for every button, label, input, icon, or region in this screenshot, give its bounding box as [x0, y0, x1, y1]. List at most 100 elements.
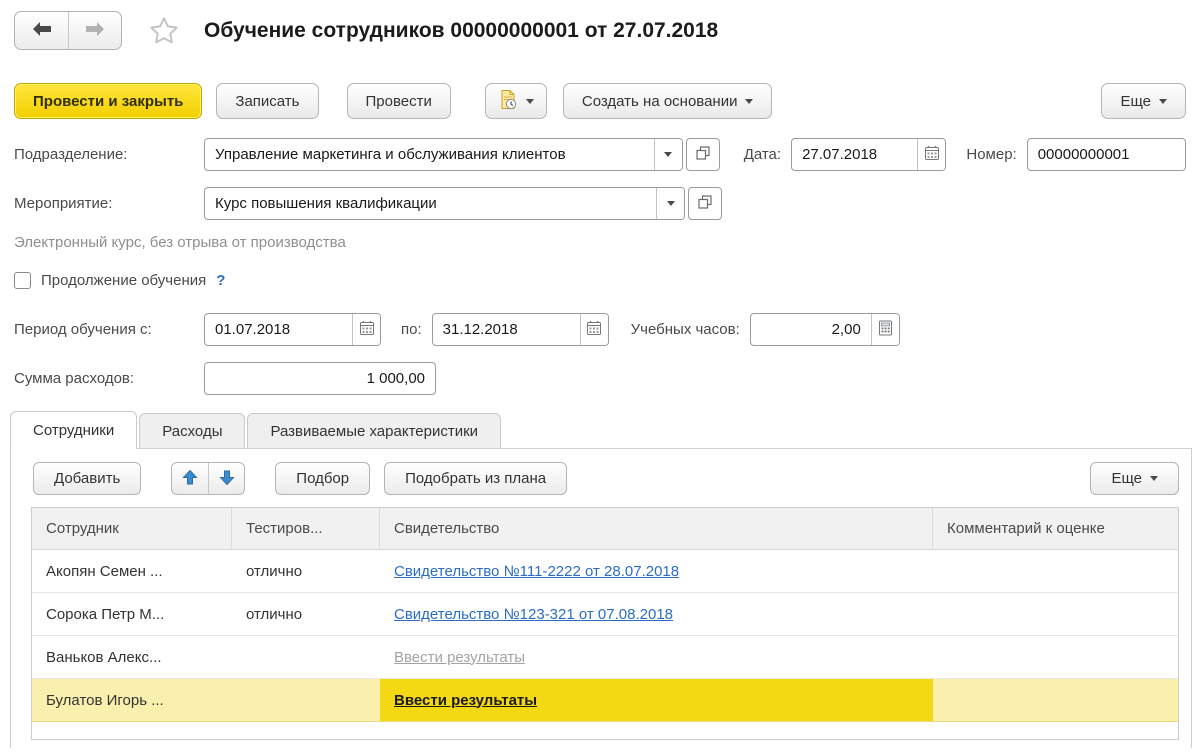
certificate-link[interactable]: Свидетельство №123-321 от 07.08.2018 [394, 606, 673, 623]
tab-expenses-label: Расходы [162, 422, 223, 440]
hours-value: 2,00 [831, 321, 861, 338]
nav-history-group [14, 11, 122, 50]
event-label: Мероприятие: [14, 195, 113, 212]
grid-more-button[interactable]: Еще [1090, 462, 1179, 495]
department-dropdown-button[interactable] [653, 139, 682, 170]
amount-label: Сумма расходов: [14, 370, 135, 387]
period-from-input[interactable]: 01.07.2018 [204, 313, 381, 346]
date-value: 27.07.2018 [802, 146, 878, 163]
table-row[interactable]: Акопян Семен ... отлично Свидетельство №… [32, 550, 1178, 593]
hours-input[interactable]: 2,00 [749, 313, 900, 346]
tab-characteristics[interactable]: Развиваемые характеристики [247, 413, 502, 448]
continuation-row: Продолжение обучения ? [14, 269, 1186, 291]
comment-cell[interactable] [933, 593, 1178, 635]
period-to-value: 31.12.2018 [442, 321, 518, 338]
tab-strip: Сотрудники Расходы Развиваемые характери… [0, 411, 1200, 449]
tab-characteristics-label: Развиваемые характеристики [270, 422, 479, 440]
post-button[interactable]: Провести [346, 83, 451, 119]
event-open-button[interactable] [688, 187, 722, 220]
table-row[interactable]: Ваньков Алекс... Ввести результаты [32, 636, 1178, 679]
testing-cell[interactable]: отлично [232, 550, 380, 592]
date-calendar-button[interactable] [917, 139, 946, 170]
enter-results-link[interactable]: Ввести результаты [394, 649, 525, 666]
department-label: Подразделение: [14, 146, 128, 163]
create-based-on-button[interactable]: Создать на основании [562, 83, 773, 119]
amount-input[interactable]: 1 000,00 [204, 362, 436, 395]
add-row-label: Добавить [54, 470, 121, 487]
arrow-right-icon [84, 21, 106, 40]
testing-cell[interactable] [232, 636, 380, 678]
post-label: Провести [365, 92, 432, 110]
employee-cell[interactable]: Акопян Семен ... [32, 550, 232, 592]
more-label: Еще [1120, 92, 1151, 110]
event-input[interactable]: Курс повышения квалификации [204, 187, 685, 220]
employee-cell[interactable]: Сорока Петр М... [32, 593, 232, 635]
department-row: Подразделение: Управление маркетинга и о… [14, 138, 1186, 171]
page-title: Обучение сотрудников 00000000001 от 27.0… [204, 18, 719, 42]
column-header-comment[interactable]: Комментарий к оценке [933, 508, 1178, 549]
department-open-button[interactable] [685, 138, 720, 171]
event-row: Мероприятие: Курс повышения квалификации [14, 187, 1186, 220]
document-clock-icon [498, 89, 518, 114]
hours-label: Учебных часов: [630, 321, 740, 338]
continuation-checkbox[interactable] [14, 271, 31, 289]
table-row-selected[interactable]: Булатов Игорь ... Ввести результаты [32, 679, 1178, 722]
pick-from-plan-label: Подобрать из плана [405, 470, 547, 487]
document-form: Подразделение: Управление маркетинга и о… [0, 119, 1200, 395]
hours-calculator-button[interactable] [870, 314, 899, 345]
comment-cell[interactable] [933, 679, 1178, 721]
certificate-link[interactable]: Свидетельство №111-2222 от 28.07.2018 [394, 563, 679, 580]
move-up-button[interactable] [172, 463, 208, 494]
comment-cell[interactable] [933, 636, 1178, 678]
certificate-cell: Свидетельство №111-2222 от 28.07.2018 [380, 550, 933, 592]
post-document-menu-button[interactable] [484, 83, 547, 119]
caret-down-icon [1150, 476, 1158, 481]
testing-cell[interactable] [232, 679, 380, 721]
certificate-cell: Ввести результаты [380, 636, 933, 678]
back-button[interactable] [15, 12, 68, 49]
command-bar: Провести и закрыть Записать Провести Соз… [0, 53, 1200, 119]
table-empty-area [32, 722, 1178, 739]
period-row: Период обучения с: 01.07.2018 по: 31.12.… [14, 313, 1186, 346]
column-header-certificate[interactable]: Свидетельство [380, 508, 933, 549]
pick-button[interactable]: Подбор [275, 462, 371, 495]
employees-table: Сотрудник Тестиров... Свидетельство Комм… [31, 507, 1179, 740]
period-to-input[interactable]: 31.12.2018 [431, 313, 609, 346]
caret-down-icon [1159, 98, 1167, 104]
post-and-close-button[interactable]: Провести и закрыть [14, 83, 203, 119]
caret-down-icon [745, 98, 754, 104]
table-row[interactable]: Сорока Петр М... отлично Свидетельство №… [32, 593, 1178, 636]
move-buttons-group [171, 462, 246, 495]
title-bar: Обучение сотрудников 00000000001 от 27.0… [0, 0, 1200, 53]
save-button[interactable]: Записать [216, 83, 319, 119]
continuation-help-link[interactable]: ? [216, 272, 225, 289]
continuation-label: Продолжение обучения [41, 271, 207, 289]
number-input[interactable]: 00000000001 [1026, 138, 1186, 171]
move-down-button[interactable] [208, 463, 244, 494]
comment-cell[interactable] [933, 550, 1178, 592]
period-to-calendar-button[interactable] [579, 314, 608, 345]
event-dropdown-button[interactable] [656, 188, 684, 219]
department-input[interactable]: Управление маркетинга и обслуживания кли… [204, 138, 683, 171]
forward-button[interactable] [68, 12, 121, 49]
employee-cell[interactable]: Булатов Игорь ... [32, 679, 232, 721]
tab-employees[interactable]: Сотрудники [10, 411, 138, 449]
pick-from-plan-button[interactable]: Подобрать из плана [384, 462, 568, 495]
blue-arrow-down-icon [219, 469, 235, 489]
open-link-icon [698, 194, 712, 213]
favorite-star-icon[interactable] [148, 15, 180, 47]
add-row-button[interactable]: Добавить [33, 462, 142, 495]
employee-cell[interactable]: Ваньков Алекс... [32, 636, 232, 678]
enter-results-link[interactable]: Ввести результаты [394, 692, 537, 709]
amount-value: 1 000,00 [366, 370, 425, 387]
tab-expenses[interactable]: Расходы [139, 413, 246, 448]
column-header-testing[interactable]: Тестиров... [232, 508, 380, 549]
column-header-employee[interactable]: Сотрудник [32, 508, 232, 549]
period-from-calendar-button[interactable] [352, 314, 380, 345]
date-input[interactable]: 27.07.2018 [791, 138, 947, 171]
grid-toolbar: Добавить Подбор Подобрать из плана Еще [11, 449, 1191, 495]
testing-cell[interactable]: отлично [232, 593, 380, 635]
more-button[interactable]: Еще [1101, 83, 1186, 119]
amount-row: Сумма расходов: 1 000,00 [14, 362, 1186, 395]
calendar-icon [924, 145, 940, 165]
